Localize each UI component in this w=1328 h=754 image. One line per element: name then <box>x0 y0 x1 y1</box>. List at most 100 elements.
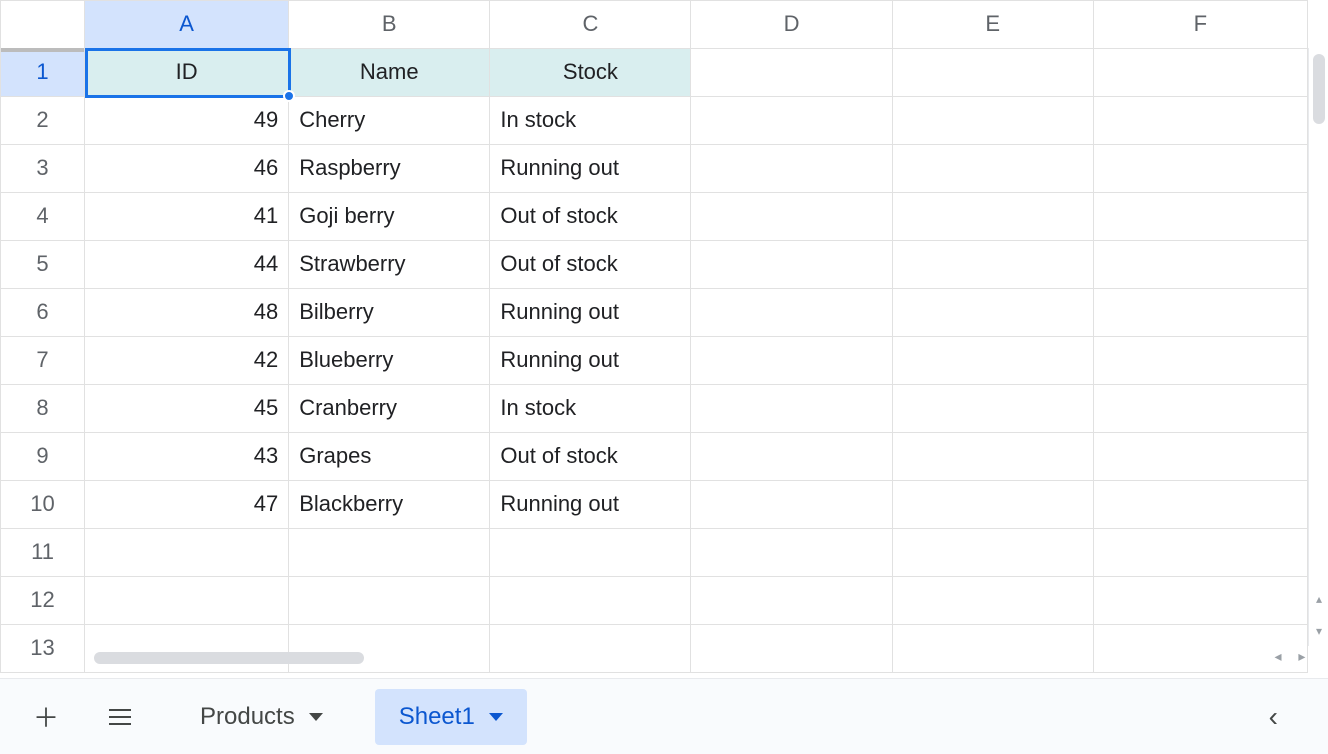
horizontal-scroll-arrows[interactable]: ◂ ▸ <box>1268 648 1314 668</box>
cell-C8[interactable]: In stock <box>490 385 691 433</box>
cell-A4[interactable]: 41 <box>85 193 289 241</box>
cell-B5[interactable]: Strawberry <box>289 241 490 289</box>
cell-A7[interactable]: 42 <box>85 337 289 385</box>
cell-F11[interactable] <box>1093 529 1307 577</box>
cell-D2[interactable] <box>691 97 892 145</box>
cell-E1[interactable] <box>892 49 1093 97</box>
spreadsheet-grid[interactable]: A B C D E F 1 ID Name Stock 2 49 Cherry … <box>0 0 1308 647</box>
cell-F6[interactable] <box>1093 289 1307 337</box>
row-header-13[interactable]: 13 <box>1 625 85 673</box>
cell-D1[interactable] <box>691 49 892 97</box>
cell-B2[interactable]: Cherry <box>289 97 490 145</box>
cell-D9[interactable] <box>691 433 892 481</box>
cell-B8[interactable]: Cranberry <box>289 385 490 433</box>
cell-F9[interactable] <box>1093 433 1307 481</box>
scroll-left-icon[interactable]: ◂ <box>1268 648 1288 665</box>
row-header-5[interactable]: 5 <box>1 241 85 289</box>
col-header-E[interactable]: E <box>892 1 1093 49</box>
cell-A3[interactable]: 46 <box>85 145 289 193</box>
cell-E4[interactable] <box>892 193 1093 241</box>
col-header-F[interactable]: F <box>1093 1 1307 49</box>
cell-C12[interactable] <box>490 577 691 625</box>
horizontal-scrollbar[interactable] <box>88 648 1288 668</box>
cell-B6[interactable]: Bilberry <box>289 289 490 337</box>
cell-A8[interactable]: 45 <box>85 385 289 433</box>
cell-B7[interactable]: Blueberry <box>289 337 490 385</box>
cell-E6[interactable] <box>892 289 1093 337</box>
cell-C1[interactable]: Stock <box>490 49 691 97</box>
cell-E9[interactable] <box>892 433 1093 481</box>
row-header-9[interactable]: 9 <box>1 433 85 481</box>
row-header-7[interactable]: 7 <box>1 337 85 385</box>
cell-D10[interactable] <box>691 481 892 529</box>
cell-A12[interactable] <box>85 577 289 625</box>
cell-C7[interactable]: Running out <box>490 337 691 385</box>
cell-E8[interactable] <box>892 385 1093 433</box>
select-all-corner[interactable] <box>1 1 85 49</box>
horizontal-scroll-thumb[interactable] <box>94 652 364 664</box>
cell-E3[interactable] <box>892 145 1093 193</box>
cell-E10[interactable] <box>892 481 1093 529</box>
row-header-12[interactable]: 12 <box>1 577 85 625</box>
scroll-up-icon[interactable]: ▴ <box>1312 592 1326 606</box>
cell-C6[interactable]: Running out <box>490 289 691 337</box>
cell-D7[interactable] <box>691 337 892 385</box>
cell-A11[interactable] <box>85 529 289 577</box>
cell-E2[interactable] <box>892 97 1093 145</box>
cell-A5[interactable]: 44 <box>85 241 289 289</box>
all-sheets-button[interactable] <box>92 689 148 745</box>
row-header-4[interactable]: 4 <box>1 193 85 241</box>
cell-C10[interactable]: Running out <box>490 481 691 529</box>
scroll-right-icon[interactable]: ▸ <box>1292 648 1312 665</box>
cell-A1[interactable]: ID <box>85 49 289 97</box>
cell-B9[interactable]: Grapes <box>289 433 490 481</box>
cell-C11[interactable] <box>490 529 691 577</box>
cell-A10[interactable]: 47 <box>85 481 289 529</box>
cell-C5[interactable]: Out of stock <box>490 241 691 289</box>
cell-E5[interactable] <box>892 241 1093 289</box>
cell-B10[interactable]: Blackberry <box>289 481 490 529</box>
tab-sheet1[interactable]: Sheet1 <box>375 689 527 745</box>
cell-E12[interactable] <box>892 577 1093 625</box>
scroll-down-icon[interactable]: ▾ <box>1312 624 1326 638</box>
row-header-10[interactable]: 10 <box>1 481 85 529</box>
col-header-D[interactable]: D <box>691 1 892 49</box>
cell-F7[interactable] <box>1093 337 1307 385</box>
col-header-A[interactable]: A <box>85 1 289 49</box>
cell-D4[interactable] <box>691 193 892 241</box>
cell-F8[interactable] <box>1093 385 1307 433</box>
cell-A6[interactable]: 48 <box>85 289 289 337</box>
row-header-3[interactable]: 3 <box>1 145 85 193</box>
cell-F1[interactable] <box>1093 49 1307 97</box>
explore-collapse-button[interactable]: ‹ <box>1269 701 1328 733</box>
cell-C4[interactable]: Out of stock <box>490 193 691 241</box>
cell-B12[interactable] <box>289 577 490 625</box>
tab-products[interactable]: Products <box>176 689 347 745</box>
cell-B1[interactable]: Name <box>289 49 490 97</box>
cell-C2[interactable]: In stock <box>490 97 691 145</box>
col-header-C[interactable]: C <box>490 1 691 49</box>
cell-F12[interactable] <box>1093 577 1307 625</box>
cell-B11[interactable] <box>289 529 490 577</box>
cell-D11[interactable] <box>691 529 892 577</box>
chevron-down-icon[interactable] <box>489 713 503 721</box>
cell-D3[interactable] <box>691 145 892 193</box>
cell-F10[interactable] <box>1093 481 1307 529</box>
cell-D12[interactable] <box>691 577 892 625</box>
cell-A2[interactable]: 49 <box>85 97 289 145</box>
row-header-8[interactable]: 8 <box>1 385 85 433</box>
col-header-B[interactable]: B <box>289 1 490 49</box>
cell-F2[interactable] <box>1093 97 1307 145</box>
cell-D8[interactable] <box>691 385 892 433</box>
row-header-2[interactable]: 2 <box>1 97 85 145</box>
vertical-scrollbar[interactable]: ▴ ▾ <box>1308 48 1328 646</box>
cell-B4[interactable]: Goji berry <box>289 193 490 241</box>
row-header-11[interactable]: 11 <box>1 529 85 577</box>
cell-B3[interactable]: Raspberry <box>289 145 490 193</box>
row-header-6[interactable]: 6 <box>1 289 85 337</box>
cell-E11[interactable] <box>892 529 1093 577</box>
cell-A9[interactable]: 43 <box>85 433 289 481</box>
add-sheet-button[interactable]: ＋ <box>18 689 74 745</box>
cell-F4[interactable] <box>1093 193 1307 241</box>
row-header-1[interactable]: 1 <box>1 49 85 97</box>
